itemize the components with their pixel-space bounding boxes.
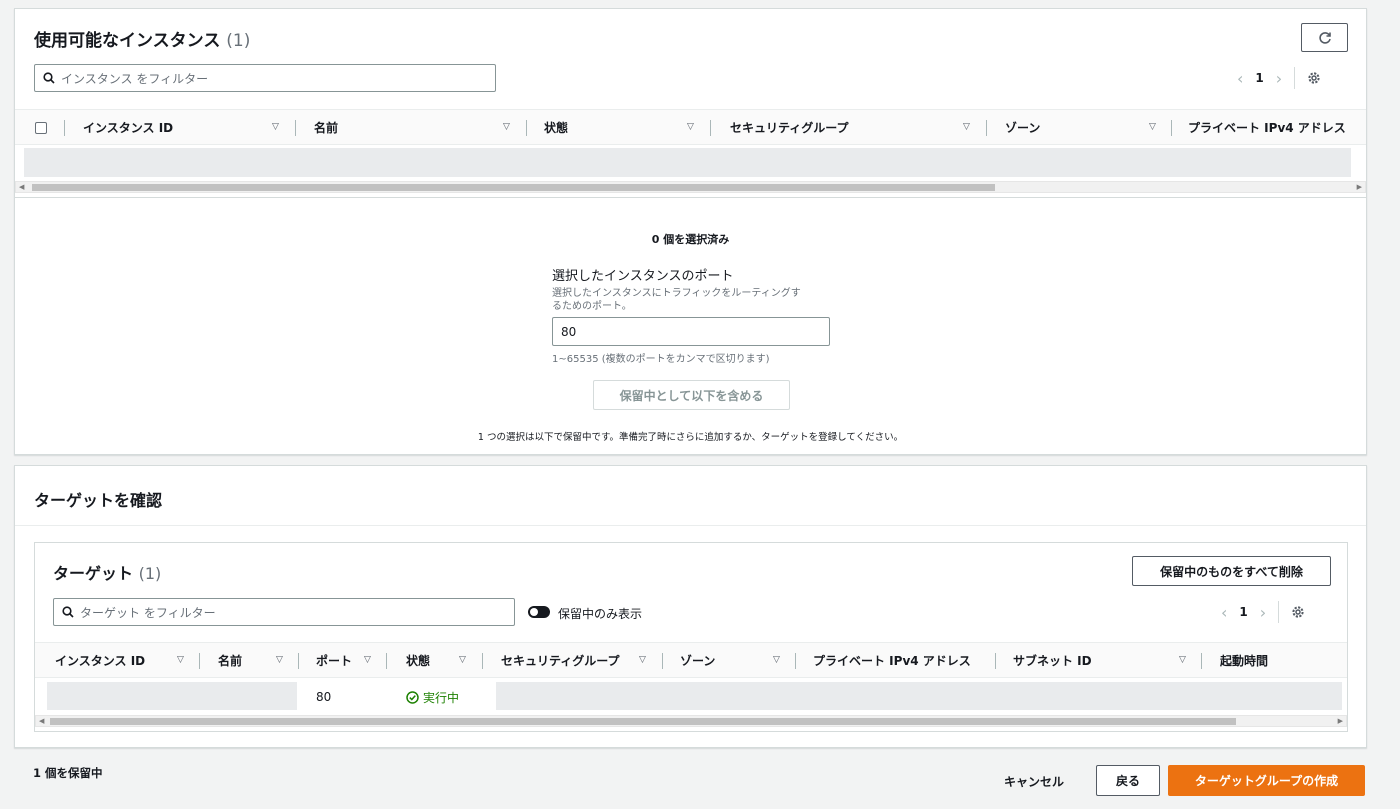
table-row: 80 実行中 <box>35 679 1347 713</box>
row-status: 実行中 <box>406 689 459 706</box>
check-circle-icon <box>406 691 419 704</box>
pending-only-toggle[interactable] <box>528 606 550 618</box>
review-targets-title: ターゲットを確認 <box>34 491 163 510</box>
row-port: 80 <box>316 690 332 704</box>
col-state[interactable]: 状態 <box>406 643 430 677</box>
col-port[interactable]: ポート <box>316 643 352 677</box>
include-as-pending-button[interactable]: 保留中として以下を含める <box>593 380 790 410</box>
instances-search-input[interactable]: インスタンス をフィルター <box>34 64 496 92</box>
page-number[interactable]: 1 <box>1239 605 1247 619</box>
remove-all-pending-button[interactable]: 保留中のものをすべて削除 <box>1132 556 1331 586</box>
prev-page-icon[interactable]: ‹ <box>1221 603 1227 622</box>
col-instance-id[interactable]: インスタンス ID <box>55 643 145 677</box>
targets-pagination: ‹ 1 › <box>1221 601 1305 623</box>
cancel-button[interactable]: キャンセル <box>1004 773 1064 790</box>
col-zone[interactable]: ゾーン <box>680 643 715 677</box>
col-security-group[interactable]: セキュリティグループ <box>730 110 849 144</box>
col-security-group[interactable]: セキュリティグループ <box>501 643 620 677</box>
sort-icon[interactable]: ▽ <box>963 122 970 132</box>
targets-search-input[interactable]: ターゲット をフィルター <box>53 598 515 626</box>
sort-icon[interactable]: ▽ <box>1149 122 1156 132</box>
sort-icon[interactable]: ▽ <box>1179 655 1186 665</box>
create-target-group-button[interactable]: ターゲットグループの作成 <box>1168 765 1365 796</box>
prev-page-icon[interactable]: ‹ <box>1237 69 1243 88</box>
available-instances-panel: 使用可能なインスタンス (1) インスタンス をフィルター ‹ 1 › インスタ… <box>14 8 1367 455</box>
port-label: 選択したインスタンスのポート <box>552 269 734 284</box>
col-subnet-id[interactable]: サブネット ID <box>1013 643 1092 677</box>
sort-icon[interactable]: ▽ <box>459 655 466 665</box>
col-name[interactable]: 名前 <box>218 643 242 677</box>
col-state[interactable]: 状態 <box>544 110 568 144</box>
sort-icon[interactable]: ▽ <box>687 122 694 132</box>
targets-table-header: インスタンス ID ▽ 名前 ▽ ポート ▽ 状態 ▽ セキュリティグループ ▽… <box>35 642 1347 678</box>
refresh-button[interactable] <box>1301 23 1348 52</box>
col-private-ipv4[interactable]: プライベート IPv4 アドレス <box>813 643 971 677</box>
page-number[interactable]: 1 <box>1255 71 1263 85</box>
row-details-placeholder <box>496 682 1342 710</box>
sort-icon[interactable]: ▽ <box>177 655 184 665</box>
sort-icon[interactable]: ▽ <box>639 655 646 665</box>
refresh-icon <box>1318 31 1331 44</box>
col-instance-id[interactable]: インスタンス ID <box>83 110 173 144</box>
targets-title: ターゲット (1) <box>53 564 162 583</box>
scroll-right-icon[interactable]: ▶ <box>1357 182 1362 193</box>
sort-icon[interactable]: ▽ <box>272 122 279 132</box>
pending-only-label: 保留中のみ表示 <box>558 607 643 621</box>
available-instances-title: 使用可能なインスタンス (1) <box>34 31 251 51</box>
search-icon <box>43 72 55 84</box>
pending-count: 1 個を保留中 <box>33 766 103 780</box>
scroll-right-icon[interactable]: ▶ <box>1338 716 1343 727</box>
targets-horizontal-scrollbar[interactable]: ◀ ▶ <box>35 715 1347 727</box>
col-private-ipv4[interactable]: プライベート IPv4 アドレス <box>1188 110 1346 144</box>
sort-icon[interactable]: ▽ <box>773 655 780 665</box>
scroll-left-icon[interactable]: ◀ <box>39 716 44 727</box>
sort-icon[interactable]: ▽ <box>503 122 510 132</box>
scroll-thumb[interactable] <box>50 718 1236 725</box>
sort-icon[interactable]: ▽ <box>276 655 283 665</box>
instance-row-placeholder <box>24 148 1351 177</box>
port-description-line2: るためのポート。 <box>552 301 632 312</box>
settings-gear-icon[interactable] <box>1307 71 1321 85</box>
next-page-icon[interactable]: › <box>1276 69 1282 88</box>
instances-pagination: ‹ 1 › <box>1237 67 1321 89</box>
col-name[interactable]: 名前 <box>314 110 338 144</box>
col-launch-time[interactable]: 起動時間 <box>1220 643 1268 677</box>
instance-id-placeholder <box>47 682 297 710</box>
selected-count: 0 個を選択済み <box>651 233 730 246</box>
next-page-icon[interactable]: › <box>1260 603 1266 622</box>
back-button[interactable]: 戻る <box>1096 765 1160 796</box>
port-hint: 1~65535 (複数のポートをカンマで区切ります) <box>552 354 770 365</box>
scroll-thumb[interactable] <box>32 184 995 191</box>
select-all-checkbox[interactable] <box>35 122 47 134</box>
scroll-left-icon[interactable]: ◀ <box>19 182 24 193</box>
port-input[interactable]: 80 <box>552 317 830 346</box>
review-targets-panel: ターゲットを確認 ターゲット (1) 保留中のものをすべて削除 ターゲット をフ… <box>14 465 1367 748</box>
sort-icon[interactable]: ▽ <box>364 655 371 665</box>
col-zone[interactable]: ゾーン <box>1005 110 1040 144</box>
instances-table-header: インスタンス ID ▽ 名前 ▽ 状態 ▽ セキュリティグループ ▽ ゾーン ▽… <box>15 109 1366 145</box>
search-icon <box>62 606 74 618</box>
targets-container: ターゲット (1) 保留中のものをすべて削除 ターゲット をフィルター 保留中の… <box>34 542 1348 732</box>
instances-horizontal-scrollbar[interactable]: ◀ ▶ <box>15 181 1366 193</box>
settings-gear-icon[interactable] <box>1291 605 1305 619</box>
pending-note: 1 つの選択は以下で保留中です。準備完了時にさらに追加するか、ターゲットを登録し… <box>477 432 904 443</box>
